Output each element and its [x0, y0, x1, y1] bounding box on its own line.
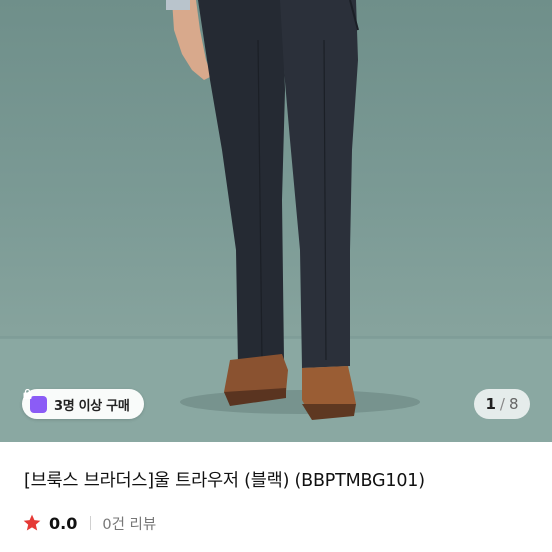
pager-current: 1	[485, 395, 496, 413]
promo-badge-label: 3명 이상 구매	[54, 398, 130, 414]
pager-separator: /	[499, 395, 505, 413]
rating-score: 0.0	[49, 513, 78, 533]
image-pager: 1 / 8	[474, 389, 530, 419]
pager-total: 8	[508, 395, 519, 413]
product-image[interactable]: 3명 이상 구매 1 / 8	[0, 0, 552, 442]
product-title: [브룩스 브라더스]울 트라우저 (블랙) (BBPTMBG101)	[24, 471, 425, 491]
promo-badge: 3명 이상 구매	[22, 389, 144, 419]
divider	[90, 516, 92, 530]
product-photo	[0, 0, 552, 442]
review-count-link[interactable]: 0건 리뷰	[102, 513, 156, 534]
shopping-bag-icon	[23, 389, 47, 413]
star-icon	[23, 514, 41, 531]
rating-row[interactable]: 0.0 0건 리뷰	[22, 511, 156, 535]
